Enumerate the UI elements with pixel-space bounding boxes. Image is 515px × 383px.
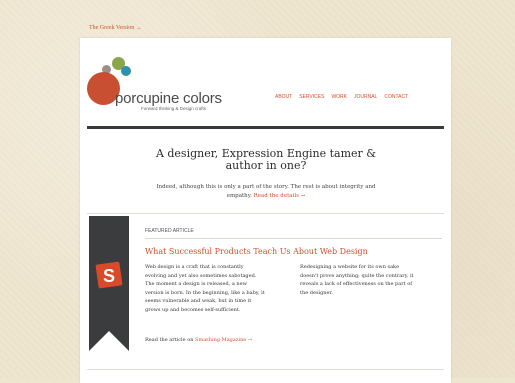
page-headline: A designer, Expression Engine tamer & au… [155,147,377,172]
smashing-magazine-link[interactable]: Smashing Magazine → [195,337,252,343]
nav-about[interactable]: ABOUT [275,94,292,100]
nav-journal[interactable]: JOURNAL [354,94,377,100]
featured-label: FEATURED ARTICLE [145,228,194,234]
article-excerpt-left: Web design is a craft that is constantly… [145,264,265,313]
main-nav: ABOUT SERVICES WORK JOURNAL CONTACT [275,94,408,100]
badge-letter: S [103,266,115,286]
smashing-badge-icon: S [95,261,123,289]
section-divider [87,213,444,214]
header-divider [87,126,444,129]
nav-contact[interactable]: CONTACT [384,94,408,100]
read-article-line: Read the article on Smashing Magazine → [145,337,252,343]
read-on-prefix: Read the article on [145,337,194,343]
article-title-link[interactable]: What Successful Products Teach Us About … [145,247,368,256]
read-details-link[interactable]: Read the details → [254,193,306,199]
logo[interactable]: porcupine colors Forward thinking & Desi… [87,54,227,114]
article-excerpt-right: Redesigning a website for its own sake d… [300,264,414,296]
featured-divider [145,238,442,239]
logo-title: porcupine colors [115,90,222,107]
logo-blue-dot [121,66,131,76]
bottom-divider [87,369,444,370]
intro-text: Indeed, although this is only a part of … [146,183,386,201]
nav-work[interactable]: WORK [331,94,347,100]
featured-ribbon: S [89,216,129,351]
logo-tagline: Forward thinking & Design crafts [141,106,207,111]
page-container: porcupine colors Forward thinking & Desi… [80,38,451,383]
greek-version-link[interactable]: The Greek Version → [89,25,142,31]
nav-services[interactable]: SERVICES [299,94,324,100]
